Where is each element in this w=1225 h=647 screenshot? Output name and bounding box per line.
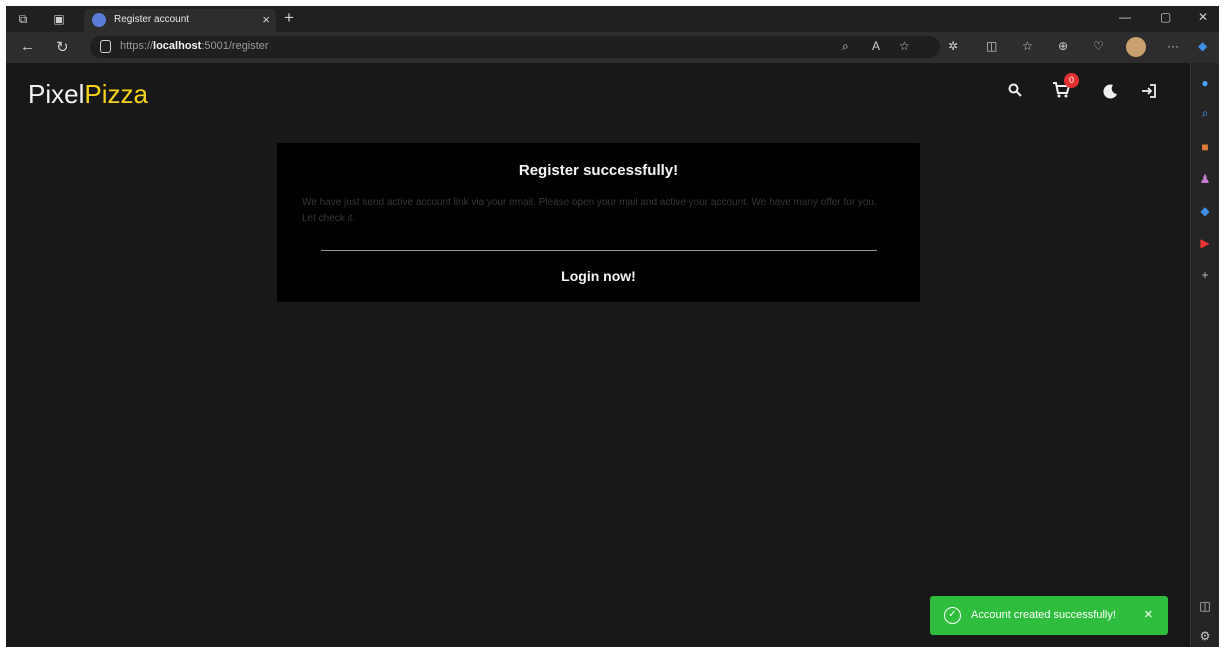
minimize-button[interactable]: — — [1119, 10, 1131, 24]
login-icon[interactable] — [1141, 83, 1157, 104]
success-heading: Register successfully! — [518, 162, 679, 179]
divider — [321, 250, 877, 251]
check-circle-icon: ✓ — [944, 607, 961, 624]
logo-text-pixel: Pixel — [28, 79, 85, 109]
youtube-icon[interactable]: ▶ — [1197, 235, 1213, 251]
toast-close-button[interactable]: × — [1144, 606, 1153, 623]
tab-strip: ⧉ ▣ Register account × + — ▢ ✕ — [6, 6, 1219, 32]
favorite-icon[interactable]: ☆ — [899, 39, 910, 53]
moon-icon[interactable] — [1103, 83, 1119, 104]
favorites-icon[interactable]: ☆ — [1022, 39, 1033, 53]
refresh-button[interactable]: ↻ — [56, 38, 69, 56]
extensions-icon[interactable]: ✲ — [948, 39, 958, 53]
success-toast: ✓ Account created successfully! × — [930, 596, 1168, 635]
back-button[interactable]: ← — [20, 38, 35, 55]
tab-title: Register account — [114, 14, 190, 25]
collections-icon[interactable]: ⊕ — [1058, 39, 1068, 53]
immersive-reader-icon[interactable]: A — [872, 39, 880, 53]
browser-window: ⧉ ▣ Register account × + — ▢ ✕ ← ↻ https… — [6, 6, 1219, 647]
search-icon[interactable] — [1008, 83, 1022, 102]
activation-message: We have just send active account link vi… — [302, 197, 877, 224]
settings-icon[interactable]: ⚙ — [1197, 628, 1213, 644]
register-success-card: Register successfully! We have just send… — [277, 143, 920, 302]
close-window-button[interactable]: ✕ — [1198, 10, 1208, 24]
sidebar-icon[interactable]: ◫ — [1197, 598, 1213, 614]
copilot-icon[interactable]: ◆ — [1197, 203, 1213, 219]
logo-text-pizza: Pizza — [84, 79, 148, 109]
browser-sidebar: ● ⌕ ■ ♟ ◆ ▶ + ◫ ⚙ — [1190, 63, 1219, 647]
cart-button[interactable]: 0 — [1052, 73, 1079, 103]
toast-message: Account created successfully! — [971, 609, 1116, 621]
restore-button[interactable]: ▢ — [1160, 10, 1171, 24]
tab-close-icon[interactable]: × — [262, 12, 270, 27]
login-now-link[interactable]: Login now! — [277, 268, 920, 284]
split-screen-icon[interactable]: ◫ — [986, 39, 997, 53]
people-icon[interactable]: ♟ — [1197, 171, 1213, 187]
url-text: https://localhost:5001/register — [120, 40, 269, 52]
url-field[interactable]: https://localhost:5001/register — [90, 36, 940, 58]
address-bar-row: ← ↻ https://localhost:5001/register ⌕ A … — [6, 32, 1219, 63]
workspaces-icon[interactable]: ⧉ — [14, 10, 32, 28]
bell-icon[interactable]: ● — [1197, 75, 1213, 91]
performance-icon[interactable]: ♡ — [1093, 39, 1104, 53]
read-aloud-icon[interactable]: ⌕ — [842, 39, 849, 54]
profile-avatar[interactable] — [1126, 37, 1146, 57]
add-icon[interactable]: + — [1197, 267, 1213, 283]
tab-register-account[interactable]: Register account × — [84, 9, 276, 32]
more-menu-button[interactable]: ··· — [1167, 39, 1179, 53]
tab-actions-icon[interactable]: ▣ — [50, 10, 68, 28]
new-tab-button[interactable]: + — [284, 8, 294, 28]
cart-count-badge: 0 — [1064, 73, 1079, 88]
site-logo[interactable]: PixelPizza — [28, 79, 148, 110]
lock-icon[interactable] — [100, 40, 111, 53]
page-viewport: PixelPizza 0 Register successfully! We h… — [6, 63, 1190, 647]
site-favicon-icon — [92, 13, 106, 27]
briefcase-icon[interactable]: ■ — [1197, 139, 1213, 155]
search-icon[interactable]: ⌕ — [1197, 105, 1213, 121]
copilot-icon[interactable]: ◆ — [1198, 39, 1207, 53]
